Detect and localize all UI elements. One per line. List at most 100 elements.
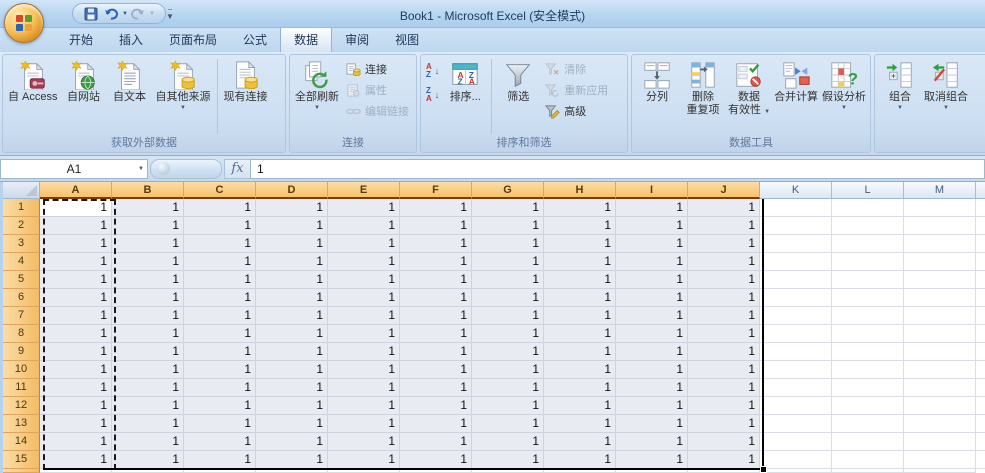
cell-K5[interactable] bbox=[760, 271, 832, 289]
column-header-B[interactable]: B bbox=[112, 182, 184, 199]
cell-H1[interactable]: 1 bbox=[544, 199, 616, 217]
cell-J3[interactable]: 1 bbox=[688, 235, 760, 253]
insert-function-button[interactable]: fx bbox=[224, 159, 250, 179]
cell-H9[interactable]: 1 bbox=[544, 343, 616, 361]
cell-I5[interactable]: 1 bbox=[616, 271, 688, 289]
subtotal-button-partial[interactable]: 分 bbox=[969, 57, 985, 92]
row-header-4[interactable]: 4 bbox=[3, 253, 40, 271]
cell-K2[interactable] bbox=[760, 217, 832, 235]
cell-C14[interactable]: 1 bbox=[184, 433, 256, 451]
cell-partial[interactable] bbox=[400, 469, 472, 473]
cell-B2[interactable]: 1 bbox=[112, 217, 184, 235]
cell-D12[interactable]: 1 bbox=[256, 397, 328, 415]
cell-A7[interactable]: 1 bbox=[40, 307, 112, 325]
cell-B10[interactable]: 1 bbox=[112, 361, 184, 379]
cell-C4[interactable]: 1 bbox=[184, 253, 256, 271]
cell-H5[interactable]: 1 bbox=[544, 271, 616, 289]
cell-F5[interactable]: 1 bbox=[400, 271, 472, 289]
existing-connections-button[interactable]: 现有连接 bbox=[221, 57, 271, 106]
cell-K10[interactable] bbox=[760, 361, 832, 379]
cell-A6[interactable]: 1 bbox=[40, 289, 112, 307]
column-header-J[interactable]: J bbox=[688, 182, 760, 199]
cell-J4[interactable]: 1 bbox=[688, 253, 760, 271]
cell-H15[interactable]: 1 bbox=[544, 451, 616, 469]
cell-K15[interactable] bbox=[760, 451, 832, 469]
row-header-5[interactable]: 5 bbox=[3, 271, 40, 289]
ungroup-cells-dropdown[interactable]: ▼ bbox=[943, 105, 949, 112]
cell-C9[interactable]: 1 bbox=[184, 343, 256, 361]
tab-home[interactable]: 开始 bbox=[56, 28, 106, 52]
cell-J2[interactable]: 1 bbox=[688, 217, 760, 235]
filter-button[interactable]: 筛选 bbox=[495, 57, 541, 106]
row-header-partial[interactable] bbox=[3, 469, 40, 473]
cell-C13[interactable]: 1 bbox=[184, 415, 256, 433]
cell-B7[interactable]: 1 bbox=[112, 307, 184, 325]
cell-K13[interactable] bbox=[760, 415, 832, 433]
remove-duplicates-button[interactable]: 删除 重复项 bbox=[680, 57, 726, 119]
connections-button[interactable]: 连接 bbox=[342, 60, 412, 78]
cell-F14[interactable]: 1 bbox=[400, 433, 472, 451]
cell-I13[interactable]: 1 bbox=[616, 415, 688, 433]
cell-I12[interactable]: 1 bbox=[616, 397, 688, 415]
cell-E11[interactable]: 1 bbox=[328, 379, 400, 397]
cell-H4[interactable]: 1 bbox=[544, 253, 616, 271]
office-button[interactable] bbox=[4, 3, 44, 43]
from-web-button[interactable]: 自网站 bbox=[61, 57, 107, 106]
cell-partial[interactable] bbox=[544, 469, 616, 473]
cell-K6[interactable] bbox=[760, 289, 832, 307]
cell-F7[interactable]: 1 bbox=[400, 307, 472, 325]
cell-D1[interactable]: 1 bbox=[256, 199, 328, 217]
cell-M15[interactable] bbox=[904, 451, 976, 469]
cell-D10[interactable]: 1 bbox=[256, 361, 328, 379]
column-header-partial[interactable] bbox=[976, 182, 985, 199]
cell-partial[interactable] bbox=[976, 343, 985, 361]
cell-I1[interactable]: 1 bbox=[616, 199, 688, 217]
from-text-button[interactable]: 自文本 bbox=[107, 57, 153, 106]
cell-D9[interactable]: 1 bbox=[256, 343, 328, 361]
cell-M9[interactable] bbox=[904, 343, 976, 361]
row-header-8[interactable]: 8 bbox=[3, 325, 40, 343]
cell-I6[interactable]: 1 bbox=[616, 289, 688, 307]
cell-partial[interactable] bbox=[328, 469, 400, 473]
cell-partial[interactable] bbox=[976, 235, 985, 253]
cell-H12[interactable]: 1 bbox=[544, 397, 616, 415]
cell-E15[interactable]: 1 bbox=[328, 451, 400, 469]
cell-B11[interactable]: 1 bbox=[112, 379, 184, 397]
cell-C10[interactable]: 1 bbox=[184, 361, 256, 379]
cell-B5[interactable]: 1 bbox=[112, 271, 184, 289]
cell-partial[interactable] bbox=[472, 469, 544, 473]
cell-G12[interactable]: 1 bbox=[472, 397, 544, 415]
cell-G5[interactable]: 1 bbox=[472, 271, 544, 289]
column-header-I[interactable]: I bbox=[616, 182, 688, 199]
row-header-3[interactable]: 3 bbox=[3, 235, 40, 253]
cell-A3[interactable]: 1 bbox=[40, 235, 112, 253]
cell-D5[interactable]: 1 bbox=[256, 271, 328, 289]
cell-G8[interactable]: 1 bbox=[472, 325, 544, 343]
cell-B3[interactable]: 1 bbox=[112, 235, 184, 253]
cell-J13[interactable]: 1 bbox=[688, 415, 760, 433]
cell-F3[interactable]: 1 bbox=[400, 235, 472, 253]
cell-G9[interactable]: 1 bbox=[472, 343, 544, 361]
cell-D7[interactable]: 1 bbox=[256, 307, 328, 325]
cell-partial[interactable] bbox=[976, 307, 985, 325]
cell-C6[interactable]: 1 bbox=[184, 289, 256, 307]
cell-C15[interactable]: 1 bbox=[184, 451, 256, 469]
advanced-filter-button[interactable]: 高级 bbox=[541, 102, 611, 120]
cell-C1[interactable]: 1 bbox=[184, 199, 256, 217]
cell-C8[interactable]: 1 bbox=[184, 325, 256, 343]
cell-L13[interactable] bbox=[832, 415, 904, 433]
row-header-14[interactable]: 14 bbox=[3, 433, 40, 451]
cell-G10[interactable]: 1 bbox=[472, 361, 544, 379]
cell-J7[interactable]: 1 bbox=[688, 307, 760, 325]
cell-G7[interactable]: 1 bbox=[472, 307, 544, 325]
cell-C3[interactable]: 1 bbox=[184, 235, 256, 253]
column-header-L[interactable]: L bbox=[832, 182, 904, 199]
from-other-sources-button[interactable]: 自其他来源 ▼ bbox=[153, 57, 214, 114]
cell-F9[interactable]: 1 bbox=[400, 343, 472, 361]
refresh-all-button[interactable]: 全部刷新 ▼ bbox=[292, 57, 342, 114]
cell-E3[interactable]: 1 bbox=[328, 235, 400, 253]
from-other-sources-dropdown[interactable]: ▼ bbox=[180, 105, 186, 112]
cell-partial[interactable] bbox=[976, 397, 985, 415]
cell-A14[interactable]: 1 bbox=[40, 433, 112, 451]
formula-input[interactable]: 1 bbox=[250, 159, 985, 179]
